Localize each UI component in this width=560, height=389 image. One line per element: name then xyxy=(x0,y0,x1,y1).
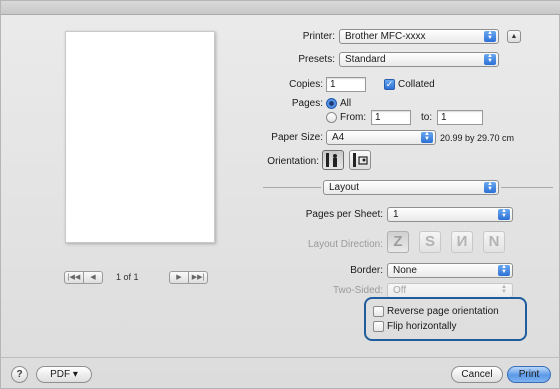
pages-all-radio[interactable] xyxy=(326,98,337,109)
pages-from-label: From: xyxy=(340,112,367,123)
footer-separator xyxy=(1,357,560,358)
paper-size-label: Paper Size: xyxy=(271,132,323,143)
cancel-button[interactable]: Cancel xyxy=(451,366,503,383)
border-value: None xyxy=(393,265,417,276)
pages-to-label: to: xyxy=(421,112,433,123)
layout-direction-reverse-n-button[interactable]: И xyxy=(451,231,473,253)
pages-to-field[interactable]: 1 xyxy=(437,110,483,125)
popup-arrows-icon: ▲ ▼ xyxy=(484,30,496,42)
preview-navigation: |◀◀ ◀ 1 of 1 ▶ ▶▶| xyxy=(64,271,244,287)
disclosure-triangle-button[interactable]: ▲ xyxy=(507,30,521,43)
popup-arrows-icon: ▲ ▼ xyxy=(484,53,496,65)
two-sided-label: Two-Sided: xyxy=(332,285,383,296)
presets-value: Standard xyxy=(345,54,386,65)
last-page-button[interactable]: ▶▶| xyxy=(188,271,208,284)
border-label: Border: xyxy=(350,265,383,276)
reverse-orientation-checkbox[interactable] xyxy=(373,306,384,317)
print-dialog: |◀◀ ◀ 1 of 1 ▶ ▶▶| Printer: Brother MFC-… xyxy=(0,0,560,389)
pages-per-sheet-label: Pages per Sheet: xyxy=(305,209,383,220)
popup-arrows-icon: ▲ ▼ xyxy=(501,284,507,295)
collated-checkbox[interactable]: ✓ xyxy=(384,79,395,90)
layout-direction-s-button[interactable]: S xyxy=(419,231,441,253)
paper-size-select[interactable]: A4 ▲ ▼ xyxy=(326,130,436,145)
copies-field[interactable]: 1 xyxy=(326,77,366,92)
section-divider-right xyxy=(501,187,553,188)
pdf-menu-button[interactable]: PDF ▾ xyxy=(36,366,92,383)
landscape-icon xyxy=(353,153,368,167)
page-count-label: 1 of 1 xyxy=(116,272,139,282)
popup-arrows-icon: ▲ ▼ xyxy=(498,208,510,220)
popup-arrows-icon: ▲ ▼ xyxy=(421,131,433,143)
pages-all-label: All xyxy=(340,98,352,109)
popup-arrows-icon: ▲ ▼ xyxy=(498,264,510,276)
highlighted-options-group xyxy=(364,297,527,341)
flip-horizontally-label: Flip horizontally xyxy=(387,321,457,332)
flip-horizontally-checkbox[interactable] xyxy=(373,321,384,332)
first-page-button[interactable]: |◀◀ xyxy=(64,271,84,284)
presets-label: Presets: xyxy=(298,54,335,65)
orientation-label: Orientation: xyxy=(267,156,319,167)
previous-page-button[interactable]: ◀ xyxy=(83,271,103,284)
two-sided-select[interactable]: Off ▲ ▼ xyxy=(387,283,513,298)
presets-select[interactable]: Standard ▲ ▼ xyxy=(339,52,499,67)
portrait-orientation-button[interactable] xyxy=(322,150,344,170)
section-select[interactable]: Layout ▲ ▼ xyxy=(323,180,499,195)
help-button[interactable]: ? xyxy=(11,366,28,383)
printer-value: Brother MFC-xxxx xyxy=(345,31,426,42)
layout-direction-z-button[interactable]: Z xyxy=(387,231,409,253)
page-preview xyxy=(65,31,215,243)
layout-direction-n-button[interactable]: N xyxy=(483,231,505,253)
landscape-orientation-button[interactable] xyxy=(349,150,371,170)
dialog-titlebar xyxy=(1,1,560,15)
printer-select[interactable]: Brother MFC-xxxx ▲ ▼ xyxy=(339,29,499,44)
copies-label: Copies: xyxy=(289,79,323,90)
paper-dimensions: 20.99 by 29.70 cm xyxy=(440,133,515,143)
two-sided-value: Off xyxy=(393,285,407,296)
section-value: Layout xyxy=(329,182,360,193)
next-page-button[interactable]: ▶ xyxy=(169,271,189,284)
pages-per-sheet-value: 1 xyxy=(393,209,399,220)
collated-label: Collated xyxy=(398,79,435,90)
pages-label: Pages: xyxy=(291,98,323,109)
popup-arrows-icon: ▲ ▼ xyxy=(484,181,496,193)
pages-per-sheet-select[interactable]: 1 ▲ ▼ xyxy=(387,207,513,222)
reverse-orientation-label: Reverse page orientation xyxy=(387,306,499,317)
layout-direction-label: Layout Direction: xyxy=(307,239,383,250)
pages-from-radio[interactable] xyxy=(326,112,337,123)
section-divider-left xyxy=(263,187,321,188)
paper-size-value: A4 xyxy=(332,132,345,143)
border-select[interactable]: None ▲ ▼ xyxy=(387,263,513,278)
preview-panel: |◀◀ ◀ 1 of 1 ▶ ▶▶| xyxy=(41,21,253,341)
portrait-icon xyxy=(326,153,337,167)
printer-label: Printer: xyxy=(302,31,335,42)
print-button[interactable]: Print xyxy=(507,366,551,383)
pages-from-field[interactable]: 1 xyxy=(371,110,411,125)
